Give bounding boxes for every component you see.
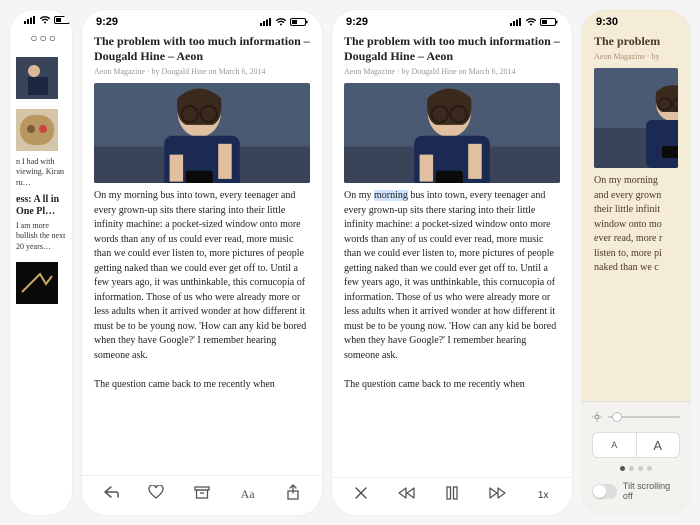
battery-icon [54,16,72,24]
more-icon[interactable]: ○○○ [16,30,66,47]
wifi-icon [275,18,287,26]
list-thumb[interactable] [16,109,58,151]
article-body: On my morning and every grown their litt… [594,174,678,276]
article-hero-image [594,68,678,168]
dot [638,466,643,471]
phone-list-view: ○○○ n I had with viewing. Kiran ru… ess:… [10,10,72,515]
tilt-label: Tilt scrolling off [623,481,680,501]
dot [647,466,652,471]
font-size-small-button[interactable]: A [593,433,637,457]
article-hero-image [94,83,310,183]
article-content[interactable]: The problem with too much information – … [82,30,322,475]
article-content[interactable]: The problem Aeon Magazine · by On my mor… [582,30,690,401]
status-bar [10,10,72,26]
article-meta: Aeon Magazine · by Dougald Hine on March… [94,66,310,77]
back-icon[interactable] [100,485,122,504]
tilt-scrolling-row: Tilt scrolling off [592,481,680,501]
status-bar: 9:29 [332,10,572,30]
wifi-icon [525,18,537,26]
article-body: On my morning bus into town, every teena… [94,189,310,392]
pager-dots [592,466,680,471]
status-bar: 9:29 [82,10,322,30]
status-icons [510,18,558,26]
close-icon[interactable] [350,486,372,505]
list-snippet: I am more bullish the next 20 years… [16,221,66,252]
font-size-control: A A [592,432,680,458]
brightness-low-icon [592,412,602,422]
article-meta: Aeon Magazine · by Dougald Hine on March… [344,66,560,77]
like-icon[interactable] [145,485,167,504]
status-icons [260,18,308,26]
status-bar: 9:30 [582,10,690,30]
list-thumb[interactable] [16,57,58,99]
article-content[interactable]: The problem with too much information – … [332,30,572,477]
phone-article-view: 9:29 The problem with too much informati… [82,10,322,515]
phone-settings-view: 9:30 The problem Aeon Magazine · by On m… [582,10,690,515]
article-meta: Aeon Magazine · by [594,51,678,62]
article-title: The problem [594,34,678,49]
status-time: 9:29 [96,16,118,28]
reader-toolbar: 1x [332,477,572,515]
dot [629,466,634,471]
archive-icon[interactable] [191,485,213,504]
display-settings-panel: A A Tilt scrolling off [582,401,690,515]
share-icon[interactable] [282,484,304,505]
article-hero-image [344,83,560,183]
article-toolbar: Aa [82,475,322,515]
forward-icon[interactable] [487,487,509,504]
tilt-toggle[interactable] [592,484,617,499]
article-title: The problem with too much information – … [94,34,310,64]
list-snippet: n I had with viewing. Kiran ru… [16,157,66,188]
status-time: 9:30 [596,16,618,28]
dot [620,466,625,471]
playback-speed[interactable]: 1x [532,490,554,501]
list-thumb[interactable] [16,262,58,304]
signal-icon [260,18,272,26]
text-settings-icon[interactable]: Aa [237,487,259,502]
phone-reader-view: 9:29 The problem with too much informati… [332,10,572,515]
list-item-title[interactable]: ess: A ll in One Pl… [16,194,66,219]
battery-icon [290,18,308,26]
brightness-slider[interactable] [592,412,680,422]
status-time: 9:29 [346,16,368,28]
signal-icon [510,18,522,26]
pause-icon[interactable] [441,486,463,505]
article-title: The problem with too much information – … [344,34,560,64]
battery-icon [540,18,558,26]
article-list[interactable]: ○○○ n I had with viewing. Kiran ru… ess:… [10,26,72,515]
slider-thumb[interactable] [612,412,622,422]
signal-icon [24,16,36,24]
article-body: On my morning bus into town, every teena… [344,189,560,392]
font-size-large-button[interactable]: A [637,433,680,457]
wifi-icon [39,16,51,24]
rewind-icon[interactable] [395,487,417,504]
status-icons [24,16,72,24]
